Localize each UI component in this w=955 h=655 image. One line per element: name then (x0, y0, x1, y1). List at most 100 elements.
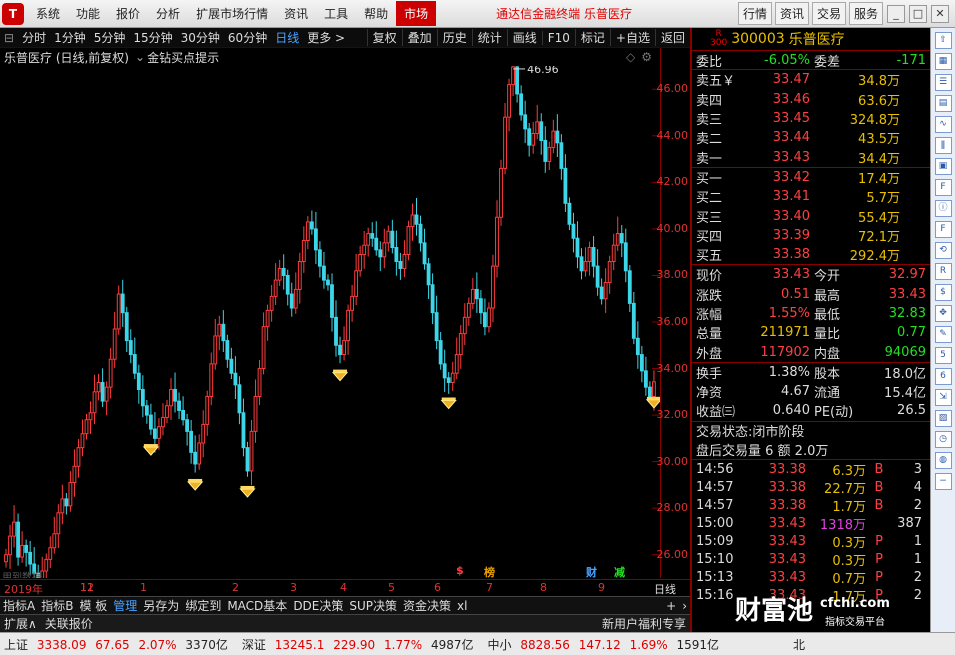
menu-analysis[interactable]: 分析 (148, 5, 188, 22)
indicator-tab[interactable]: xl (454, 599, 470, 613)
stat-value: 32.83 (888, 306, 926, 321)
indicator-tab[interactable]: MACD基本 (224, 597, 290, 614)
event-marker-2[interactable]: 财 (586, 564, 597, 580)
stats-table: 现价 33.43 今开 32.97 涨跌 0.51 最高 33.43 涨幅 1.55% 最低 32.8… (692, 264, 930, 362)
indicator-tab[interactable]: DDE决策 (290, 597, 346, 614)
candle-body (523, 114, 528, 130)
collapse-icon[interactable]: ⊟ (0, 31, 18, 45)
event-marker-1[interactable]: 榜 (484, 564, 495, 580)
menu-extended-market[interactable]: 扩展市场行情 (188, 5, 276, 22)
candle-body (181, 409, 185, 421)
draw-button[interactable]: 画线 (506, 29, 542, 46)
period-tick[interactable]: 分时 (18, 29, 50, 46)
period-1min[interactable]: 1分钟 (50, 29, 90, 46)
related-quote-button[interactable]: 关联报价 (41, 615, 97, 632)
indicator-tab[interactable]: 指标B (38, 597, 76, 614)
candle-icon[interactable]: ǁ (934, 137, 952, 154)
period-daily[interactable]: 日线 (271, 29, 303, 46)
index-0[interactable]: 上证 3338.09 67.65 2.07% 3370亿 (4, 636, 228, 653)
index-2[interactable]: 中小 8828.56 147.12 1.69% 1591亿 (487, 636, 719, 653)
add-tab-icon[interactable]: + (663, 599, 679, 613)
promo-link[interactable]: 新用户福利专享 (598, 615, 690, 632)
indicator-tab[interactable]: SUP决策 (346, 597, 400, 614)
dollar-icon[interactable]: $ (934, 284, 952, 301)
settings-icon[interactable]: ⚙ (641, 50, 652, 64)
indicator-tab[interactable]: 管理 (110, 597, 140, 614)
minimize-icon[interactable]: _ (887, 4, 905, 23)
bids-row: 买四 33.39 72.1万 (692, 226, 930, 245)
stat-label: 净资 (696, 386, 723, 402)
grid-icon[interactable]: ▦ (934, 53, 952, 70)
tick-list[interactable]: 14:56 33.38 6.3万 B 3 14:57 33.38 22.7万 B 4 14:57 33… (692, 459, 930, 605)
menu-news[interactable]: 资讯 (276, 5, 316, 22)
move-icon[interactable]: ✥ (934, 305, 952, 322)
indicator-tab[interactable]: 模 板 (76, 597, 110, 614)
stat-label: 收益㈢ (696, 405, 736, 421)
quote-button[interactable]: 行情 (737, 2, 772, 25)
sync-icon[interactable]: ⟲ (934, 242, 952, 259)
history-button[interactable]: 历史 (436, 29, 472, 46)
up-arrow-icon[interactable]: ⇧ (934, 32, 952, 49)
indicator-tab[interactable]: 指标A (0, 597, 38, 614)
service-button[interactable]: 服务 (848, 2, 883, 25)
info-icon[interactable]: ⓘ (934, 200, 952, 217)
candlestick-chart[interactable]: 46.96 用到数据 24.80 (0, 66, 660, 578)
mark-button[interactable]: 标记 (574, 29, 610, 46)
pen-icon[interactable]: ✎ (934, 326, 952, 343)
image-icon[interactable]: ▨ (934, 410, 952, 427)
market-button[interactable]: 市场 (396, 1, 437, 26)
candle-body (72, 465, 77, 484)
period-15min[interactable]: 15分钟 (129, 29, 176, 46)
indicator-tab[interactable]: 资金决策 (400, 597, 454, 614)
minus-icon[interactable]: − (934, 473, 952, 490)
export-icon[interactable]: ⇲ (934, 389, 952, 406)
news-button[interactable]: 资讯 (774, 2, 809, 25)
candle-body (140, 388, 145, 407)
price-tick-label: 32.00 (656, 408, 689, 422)
close-icon[interactable]: ✕ (931, 4, 949, 23)
candle-body (390, 230, 395, 249)
add-watchlist-button[interactable]: +自选 (609, 29, 655, 46)
candle-body (253, 395, 258, 432)
indicator-tab[interactable]: 绑定到 (182, 597, 224, 614)
index-1[interactable]: 深证 13245.1 229.90 1.77% 4987亿 (242, 636, 474, 653)
f5-icon[interactable]: 5 (934, 347, 952, 364)
f12-icon[interactable]: F (934, 221, 952, 238)
stock-header: R 300 300003 乐普医疗 (692, 28, 930, 50)
menu-system[interactable]: 系统 (28, 5, 68, 22)
trade-button[interactable]: 交易 (811, 2, 846, 25)
clock-icon[interactable]: ◷ (934, 431, 952, 448)
block-icon[interactable]: ▣ (934, 158, 952, 175)
list-icon[interactable]: ☰ (934, 74, 952, 91)
maximize-icon[interactable]: □ (909, 4, 927, 23)
period-5min[interactable]: 5分钟 (90, 29, 130, 46)
f10-button[interactable]: F10 (541, 30, 575, 45)
period-more[interactable]: 更多 > (303, 29, 349, 46)
menu-function[interactable]: 功能 (68, 5, 108, 22)
candle-body (499, 167, 503, 218)
line-chart-icon[interactable]: ∿ (934, 116, 952, 133)
menu-quote[interactable]: 报价 (108, 5, 148, 22)
ring-icon[interactable]: ◍ (934, 452, 952, 469)
indicator-tab[interactable]: 另存为 (140, 597, 182, 614)
menu-help[interactable]: 帮助 (356, 5, 396, 22)
scroll-right-icon[interactable]: › (679, 599, 690, 613)
restore-rights-button[interactable]: 复权 (366, 29, 402, 46)
expand-button[interactable]: 扩展∧ (0, 615, 41, 632)
rsi-icon[interactable]: R (934, 263, 952, 280)
indicator-name[interactable]: 金钻买点提示 (147, 49, 219, 66)
back-button[interactable]: 返回 (654, 29, 690, 46)
indicator-dropdown-icon[interactable]: ⌄ (135, 50, 145, 64)
menu-tools[interactable]: 工具 (316, 5, 356, 22)
date-tick-label: 5 (388, 581, 395, 594)
f6-icon[interactable]: 6 (934, 368, 952, 385)
period-30min[interactable]: 30分钟 (177, 29, 224, 46)
event-marker-3[interactable]: 减 (614, 564, 625, 580)
table-icon[interactable]: ▤ (934, 95, 952, 112)
period-60min[interactable]: 60分钟 (224, 29, 271, 46)
statistics-button[interactable]: 统计 (471, 29, 507, 46)
f10-icon[interactable]: F (934, 179, 952, 196)
bids-volume: 5.7万 (866, 191, 900, 207)
event-marker-0[interactable]: $ (456, 564, 464, 577)
overlay-button[interactable]: 叠加 (401, 29, 437, 46)
